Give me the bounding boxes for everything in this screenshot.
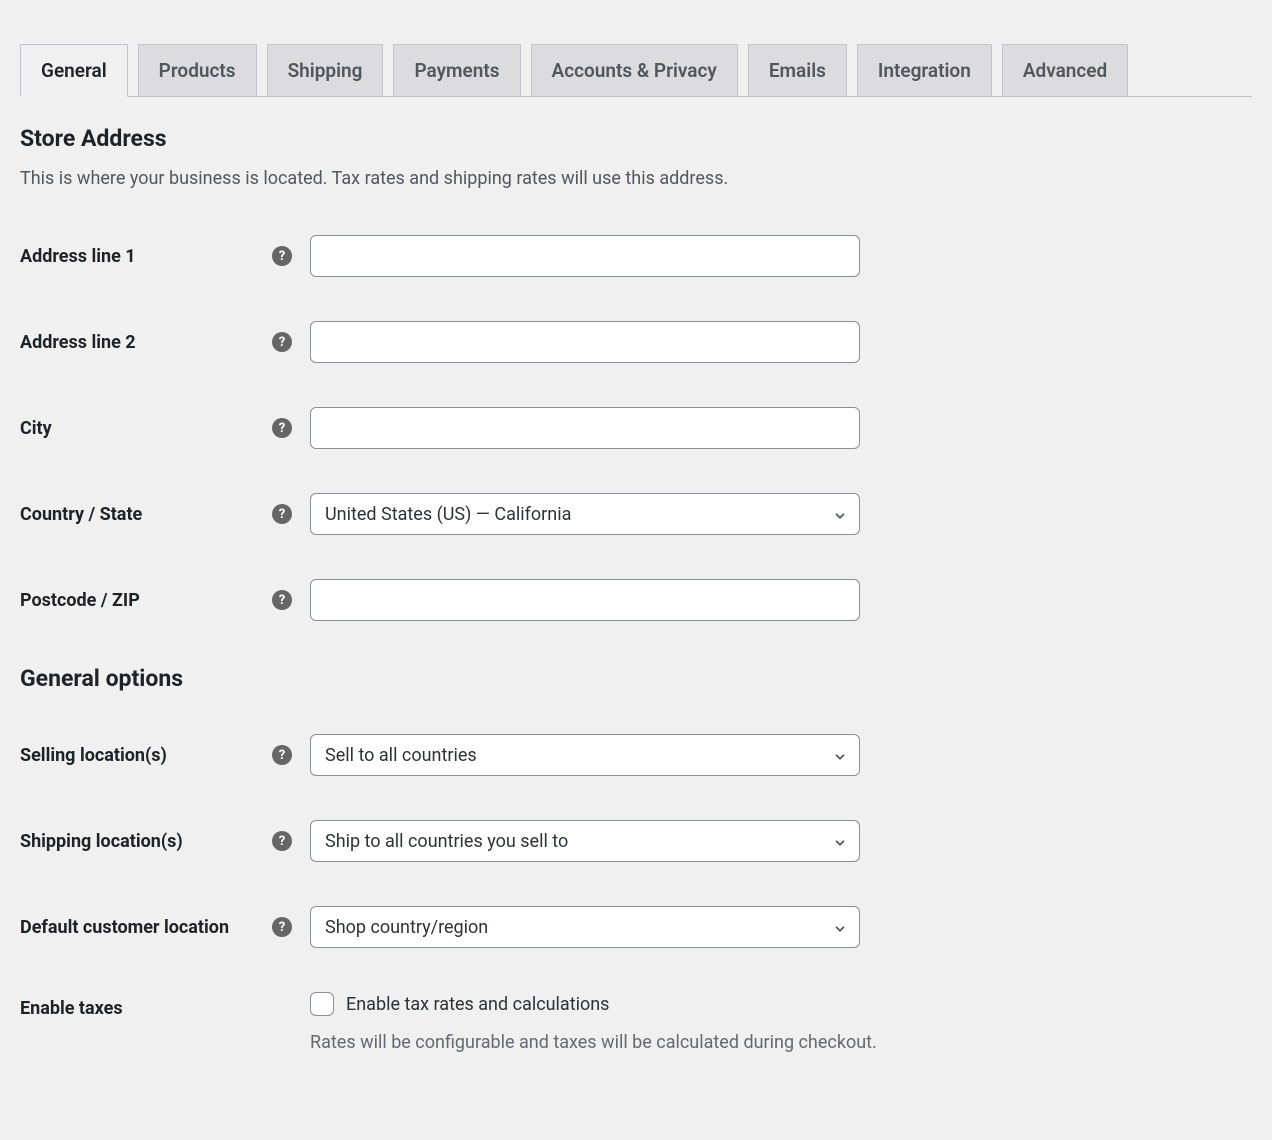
chevron-down-icon [833, 920, 847, 934]
enable-taxes-checkbox-label: Enable tax rates and calculations [346, 994, 609, 1015]
general-options-heading: General options [20, 665, 1252, 692]
chevron-down-icon [833, 507, 847, 521]
store-address-heading: Store Address [20, 125, 1252, 152]
shipping-locations-label: Shipping location(s) [20, 831, 272, 852]
address2-label: Address line 2 [20, 332, 272, 353]
field-address-line-2: Address line 2 ? [20, 321, 1252, 363]
postcode-label: Postcode / ZIP [20, 590, 272, 611]
field-shipping-locations: Shipping location(s) ? Ship to all count… [20, 820, 1252, 862]
tab-products[interactable]: Products [138, 44, 257, 97]
enable-taxes-label: Enable taxes [20, 992, 310, 1019]
city-label: City [20, 418, 272, 439]
help-icon[interactable]: ? [272, 418, 292, 438]
postcode-input[interactable] [310, 579, 860, 621]
settings-tabs: General Products Shipping Payments Accou… [20, 0, 1252, 97]
chevron-down-icon [833, 834, 847, 848]
country-state-value: United States (US) — California [325, 504, 823, 525]
shipping-locations-select[interactable]: Ship to all countries you sell to [310, 820, 860, 862]
address2-input[interactable] [310, 321, 860, 363]
default-customer-location-label: Default customer location [20, 917, 272, 938]
default-customer-location-select[interactable]: Shop country/region [310, 906, 860, 948]
tab-integration[interactable]: Integration [857, 44, 992, 97]
country-state-select[interactable]: United States (US) — California [310, 493, 860, 535]
help-icon[interactable]: ? [272, 590, 292, 610]
chevron-down-icon [833, 748, 847, 762]
field-city: City ? [20, 407, 1252, 449]
help-icon[interactable]: ? [272, 831, 292, 851]
field-address-line-1: Address line 1 ? [20, 235, 1252, 277]
country-state-label: Country / State [20, 504, 272, 525]
tab-payments[interactable]: Payments [393, 44, 520, 97]
tab-emails[interactable]: Emails [748, 44, 847, 97]
enable-taxes-description: Rates will be configurable and taxes wil… [310, 1032, 1070, 1053]
address1-input[interactable] [310, 235, 860, 277]
city-input[interactable] [310, 407, 860, 449]
help-icon[interactable]: ? [272, 745, 292, 765]
selling-locations-label: Selling location(s) [20, 745, 272, 766]
default-customer-location-value: Shop country/region [325, 917, 823, 938]
field-enable-taxes: Enable taxes Enable tax rates and calcul… [20, 992, 1252, 1053]
store-address-description: This is where your business is located. … [20, 168, 1252, 189]
tab-general[interactable]: General [20, 44, 128, 97]
tab-accounts-privacy[interactable]: Accounts & Privacy [531, 44, 738, 97]
help-icon[interactable]: ? [272, 332, 292, 352]
help-icon[interactable]: ? [272, 246, 292, 266]
help-icon[interactable]: ? [272, 917, 292, 937]
help-icon[interactable]: ? [272, 504, 292, 524]
field-selling-locations: Selling location(s) ? Sell to all countr… [20, 734, 1252, 776]
tab-shipping[interactable]: Shipping [267, 44, 384, 97]
selling-locations-select[interactable]: Sell to all countries [310, 734, 860, 776]
field-country-state: Country / State ? United States (US) — C… [20, 493, 1252, 535]
field-default-customer-location: Default customer location ? Shop country… [20, 906, 1252, 948]
shipping-locations-value: Ship to all countries you sell to [325, 831, 823, 852]
selling-locations-value: Sell to all countries [325, 745, 823, 766]
tab-advanced[interactable]: Advanced [1002, 44, 1128, 97]
address1-label: Address line 1 [20, 246, 272, 267]
enable-taxes-checkbox[interactable] [310, 992, 334, 1016]
field-postcode: Postcode / ZIP ? [20, 579, 1252, 621]
